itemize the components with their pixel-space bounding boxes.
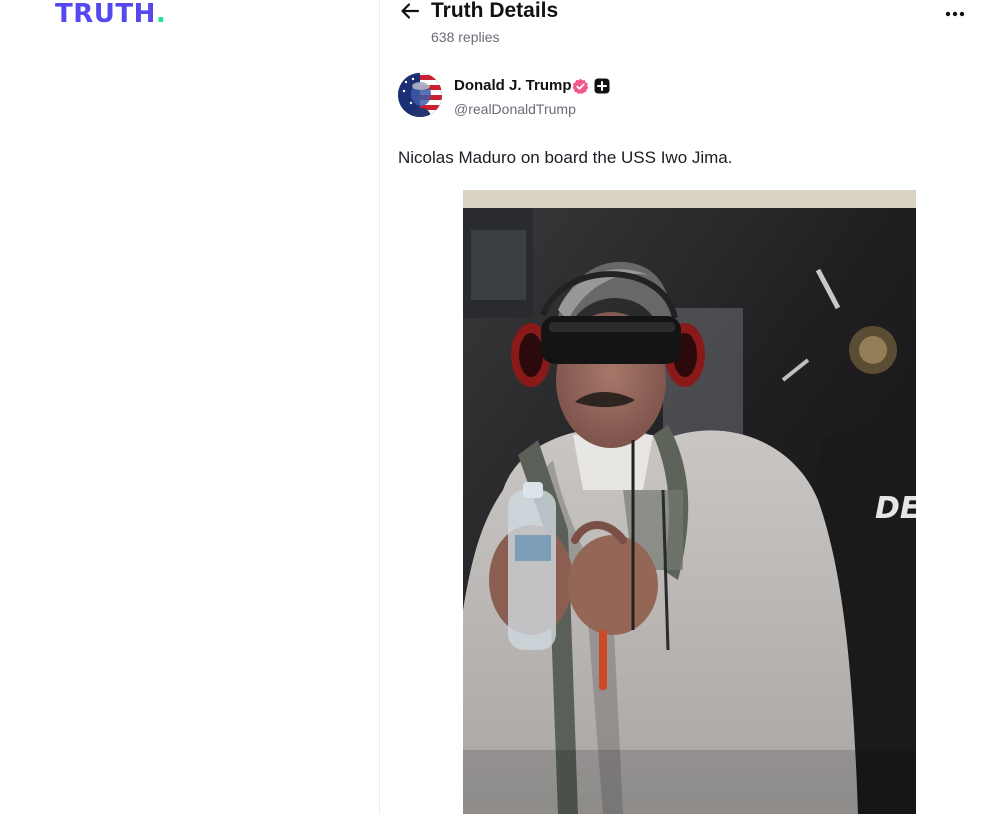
- logo-dot: .: [155, 0, 167, 29]
- post-author: Donald J. Trump @realDonaldTrump: [398, 73, 958, 119]
- plus-badge-icon: [594, 78, 610, 94]
- author-name[interactable]: Donald J. Trump: [454, 77, 572, 95]
- left-sidebar: TRUTH.: [0, 0, 380, 814]
- post-photo[interactable]: DEA: [463, 190, 916, 814]
- page-title: Truth Details: [431, 0, 559, 22]
- more-horizontal-icon: [945, 11, 965, 17]
- app-window: TRUTH. Truth Details 638 replies Donald …: [0, 0, 990, 814]
- avatar-image: [398, 73, 442, 117]
- author-handle[interactable]: @realDonaldTrump: [454, 100, 576, 118]
- avatar[interactable]: [398, 73, 442, 117]
- photo-image: DEA: [463, 190, 916, 814]
- more-options-button[interactable]: [942, 2, 970, 22]
- back-button[interactable]: [399, 0, 421, 22]
- logo-text: TRUTH: [55, 0, 156, 29]
- post-text: Nicolas Maduro on board the USS Iwo Jima…: [398, 148, 733, 167]
- main-column: Truth Details 638 replies Donald J. Trum…: [381, 0, 990, 814]
- verified-badge-icon: [572, 78, 589, 95]
- arrow-left-icon: [401, 3, 420, 19]
- truth-logo[interactable]: TRUTH.: [55, 0, 166, 30]
- page-header: Truth Details 638 replies: [399, 0, 969, 50]
- replies-count: 638 replies: [431, 29, 500, 45]
- jacket-lettering: DEA: [875, 491, 916, 526]
